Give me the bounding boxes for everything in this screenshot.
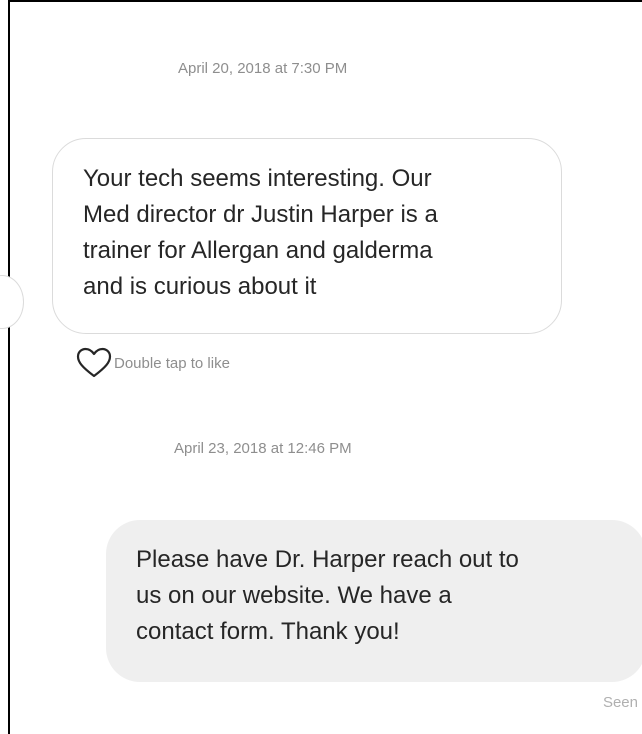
message-line: and is curious about it (83, 273, 317, 300)
message-line: contact form. Thank you! (136, 618, 400, 645)
like-hint-label: Double tap to like (114, 354, 230, 372)
timestamp: April 20, 2018 at 7:30 PM (178, 60, 348, 77)
timestamp: April 23, 2018 at 12:46 PM (174, 440, 352, 457)
like-hint-row[interactable]: Double tap to like (76, 347, 230, 379)
incoming-message-bubble[interactable]: Your tech seems interesting. Our Med dir… (52, 138, 562, 334)
message-line: Please have Dr. Harper reach out to (136, 546, 519, 573)
message-line: trainer for Allergan and galderma (83, 237, 433, 264)
message-line: Med director dr Justin Harper is a (83, 201, 438, 228)
message-line: Your tech seems interesting. Our (83, 165, 432, 192)
outgoing-message-bubble[interactable]: Please have Dr. Harper reach out to us o… (106, 520, 642, 682)
heart-icon[interactable] (76, 347, 112, 379)
seen-status: Seen (602, 694, 638, 711)
message-line: us on our website. We have a (136, 582, 452, 609)
